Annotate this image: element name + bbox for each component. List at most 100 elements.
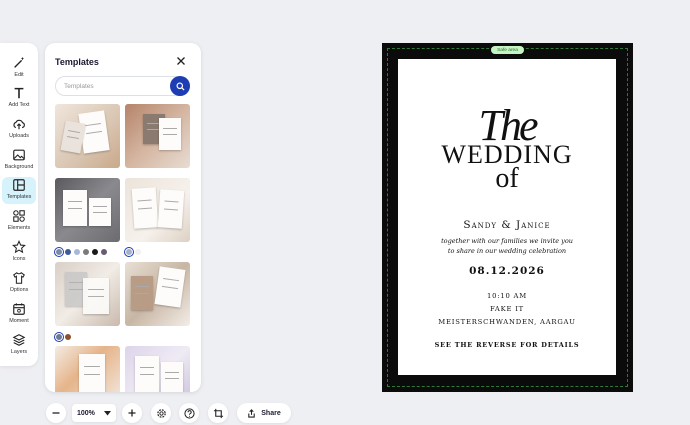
color-swatches <box>56 249 107 255</box>
zoom-level: 100% <box>77 409 95 417</box>
rail-item-moment[interactable]: Moment <box>2 301 36 327</box>
rail-label: Icons <box>12 256 26 262</box>
search-input[interactable] <box>64 80 164 93</box>
shapes-icon <box>13 210 25 222</box>
rail-item-icons[interactable]: Icons <box>2 239 36 265</box>
rail-label: Layers <box>10 349 28 355</box>
invitation-card <box>159 118 181 150</box>
invitation-card <box>154 266 186 308</box>
tool-rail: Edit Add Text Uploads Background Templat… <box>0 43 38 366</box>
template-thumbnail[interactable] <box>125 262 190 326</box>
template-thumbnail[interactable] <box>125 346 190 392</box>
share-label: Share <box>261 409 281 417</box>
star-icon <box>12 240 26 254</box>
template-thumbnail[interactable] <box>55 346 120 392</box>
invitation-page[interactable]: The WEDDING of Sandy & Janice together w… <box>398 59 616 375</box>
rail-item-background[interactable]: Background <box>2 147 36 173</box>
color-swatch[interactable] <box>101 249 107 255</box>
invitation-card <box>161 362 183 392</box>
safe-area-badge: Safe area <box>491 46 524 54</box>
templates-panel: Templates <box>45 43 201 392</box>
gear-icon <box>156 408 166 418</box>
color-swatch[interactable] <box>56 334 62 340</box>
rail-label: Templates <box>6 194 32 200</box>
invitation-line: together with our families we invite you <box>441 237 573 245</box>
template-thumbnail[interactable] <box>125 104 190 168</box>
rail-item-elements[interactable]: Elements <box>2 208 36 234</box>
couple-names[interactable]: Sandy & Janice <box>398 219 616 231</box>
shirt-icon <box>13 271 25 284</box>
color-swatch[interactable] <box>135 249 141 255</box>
resize-button[interactable] <box>208 403 228 423</box>
rail-item-uploads[interactable]: Uploads <box>2 116 36 142</box>
invitation-card <box>83 278 109 314</box>
color-swatch[interactable] <box>126 249 132 255</box>
invitation-text[interactable]: together with our families we invite you… <box>398 236 616 256</box>
invitation-card <box>89 198 111 226</box>
invitation-card <box>157 189 185 229</box>
rail-item-templates[interactable]: Templates <box>2 177 36 204</box>
color-swatches <box>56 334 71 340</box>
rail-label: Uploads <box>9 133 29 139</box>
rail-item-options[interactable]: Options <box>2 270 36 296</box>
wedding-date[interactable]: 08.12.2026 <box>398 265 616 277</box>
rail-label: Elements <box>7 225 31 231</box>
event-place: FAKE IT <box>489 305 525 313</box>
color-swatch[interactable] <box>83 249 89 255</box>
template-thumbnail[interactable] <box>55 262 120 326</box>
invitation-line: to share in our wedding celebration <box>447 247 567 255</box>
event-time: 10:10 AM <box>486 292 528 300</box>
invitation-card <box>60 120 86 154</box>
plus-icon <box>128 409 136 417</box>
invitation-card <box>135 356 159 392</box>
share-button[interactable]: Share <box>237 403 291 423</box>
share-icon <box>248 408 256 418</box>
calendar-icon <box>13 303 25 315</box>
search-icon <box>175 81 185 91</box>
rail-label: Moment <box>9 318 29 324</box>
design-canvas[interactable]: Safe area The WEDDING of Sandy & Janice … <box>382 43 633 392</box>
event-details[interactable]: 10:10 AM FAKE IT MEISTERSCHWANDEN, AARGA… <box>398 290 616 329</box>
event-location: MEISTERSCHWANDEN, AARGAU <box>438 318 576 326</box>
magic-wand-icon <box>14 56 25 68</box>
template-thumbnail[interactable] <box>55 104 120 168</box>
help-button[interactable] <box>179 403 199 423</box>
zoom-in-button[interactable] <box>122 403 142 423</box>
panel-title: Templates <box>55 57 99 67</box>
search-button[interactable] <box>170 76 190 96</box>
color-swatch[interactable] <box>65 334 71 340</box>
image-icon <box>13 149 25 161</box>
template-thumbnail[interactable] <box>55 178 120 242</box>
text-icon <box>14 87 24 99</box>
invitation-card <box>131 276 153 310</box>
rail-item-edit[interactable]: Edit <box>2 55 36 81</box>
invitation-card <box>63 190 87 226</box>
color-swatch[interactable] <box>92 249 98 255</box>
zoom-out-button[interactable] <box>46 403 66 423</box>
title-of[interactable]: of <box>398 163 616 195</box>
color-swatches <box>126 249 141 255</box>
minus-icon <box>52 412 60 414</box>
color-swatch[interactable] <box>65 249 71 255</box>
search-box <box>55 76 190 96</box>
caret-down-icon <box>104 410 111 415</box>
template-thumbnail[interactable] <box>125 178 190 242</box>
layout-icon <box>13 179 25 191</box>
invitation-card <box>131 187 159 229</box>
rail-label: Options <box>9 287 29 293</box>
color-swatch[interactable] <box>56 249 62 255</box>
cloud-upload-icon <box>13 119 25 130</box>
invitation-card <box>79 354 105 392</box>
rail-item-layers[interactable]: Layers <box>2 332 36 358</box>
rail-label: Add Text <box>8 102 30 108</box>
help-icon <box>183 407 195 419</box>
close-icon[interactable] <box>176 56 186 66</box>
settings-button[interactable] <box>151 403 171 423</box>
color-swatch[interactable] <box>74 249 80 255</box>
rail-item-add-text[interactable]: Add Text <box>2 85 36 111</box>
reverse-note[interactable]: SEE THE REVERSE FOR DETAILS <box>398 341 616 349</box>
zoom-select[interactable]: 100% <box>72 404 116 422</box>
rail-label: Edit <box>14 72 24 78</box>
layers-icon <box>12 334 26 346</box>
rail-label: Background <box>4 164 34 170</box>
